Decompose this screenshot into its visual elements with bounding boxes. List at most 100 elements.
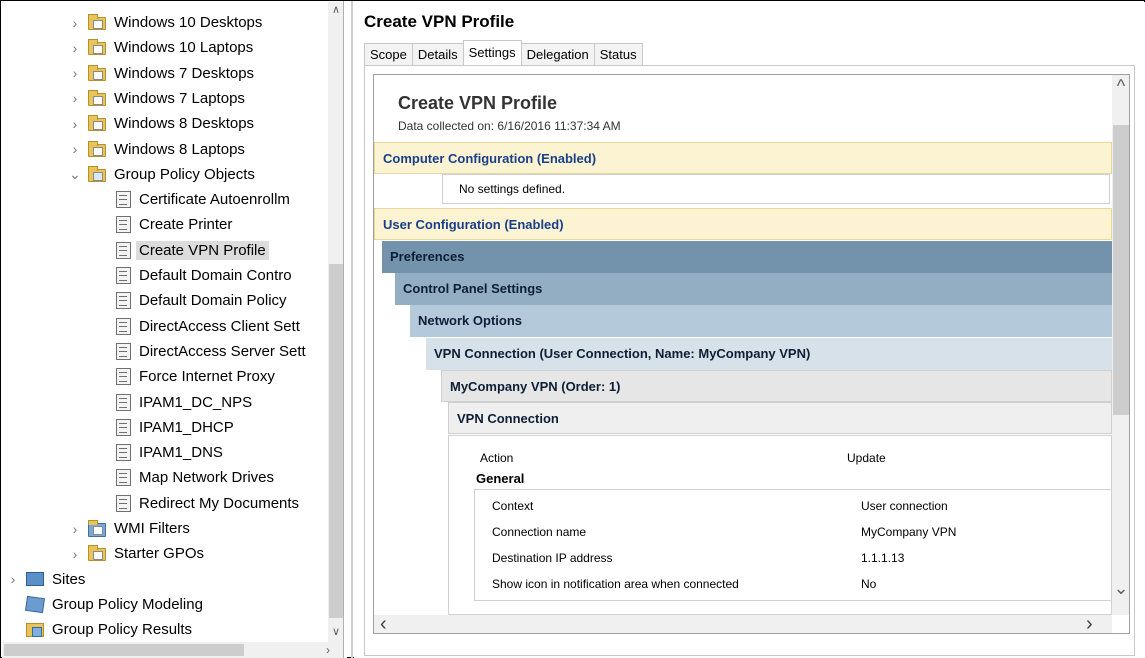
vpn-connection-header[interactable]: VPN Connection (448, 402, 1112, 434)
tree-item-label: Certificate Autoenrollm (139, 191, 290, 209)
scroll-down-icon[interactable]: ⌄ (1112, 579, 1129, 597)
tree-item[interactable]: Redirect My Documents (96, 491, 299, 516)
expand-chevron-icon[interactable]: › (68, 90, 82, 106)
setting-value: 1.1.1.13 (861, 551, 905, 565)
expand-chevron-icon[interactable]: › (68, 65, 82, 81)
tree-item[interactable]: ⌄ Group Policy Objects (68, 162, 255, 187)
tree-item-label: Group Policy Modeling (52, 595, 203, 613)
gpo-icon (116, 241, 131, 259)
tree-item-label: Create Printer (139, 216, 233, 234)
tab-delegation[interactable]: Delegation (520, 43, 595, 66)
tree-item-label: Default Domain Contro (139, 267, 292, 284)
expand-chevron-icon[interactable]: › (68, 116, 82, 132)
tree-item[interactable]: › Sites (6, 567, 86, 592)
gpo-folder-icon (88, 165, 106, 182)
tab-status[interactable]: Status (593, 43, 643, 66)
settings-report: Create VPN Profile Data collected on: 6/… (373, 74, 1130, 634)
folder-icon (88, 39, 106, 56)
vpn-connection-user-header[interactable]: VPN Connection (User Connection, Name: M… (426, 338, 1112, 370)
control-panel-settings-header[interactable]: Control Panel Settings (395, 273, 1112, 305)
report-vertical-scrollbar[interactable]: ^ ⌄ (1112, 75, 1129, 615)
tree-item[interactable]: Group Policy Modeling (6, 592, 203, 617)
setting-name: Destination IP address (492, 551, 613, 565)
report-scroll-thumb[interactable] (1113, 125, 1129, 415)
setting-value: User connection (861, 499, 948, 513)
expand-chevron-icon[interactable]: › (68, 521, 82, 537)
tree-item[interactable]: Group Policy Results (6, 617, 192, 642)
setting-name: Connection name (492, 525, 587, 539)
tab-settings[interactable]: Settings (462, 40, 522, 65)
tree-item[interactable]: Create Printer (96, 212, 232, 237)
gpo-icon (116, 393, 131, 411)
tab-details[interactable]: Details (411, 43, 464, 66)
tree-item[interactable]: IPAM1_DHCP (96, 415, 234, 440)
starter-gpos-icon (88, 545, 106, 562)
expand-chevron-icon[interactable]: › (68, 546, 82, 562)
modeling-icon (25, 595, 45, 614)
gpo-icon (116, 494, 131, 512)
expand-chevron-icon[interactable]: › (68, 40, 82, 56)
sites-icon (26, 572, 44, 587)
folder-icon (88, 14, 106, 30)
tree-item[interactable]: › Windows 8 Desktops (68, 111, 254, 136)
tree-item[interactable]: Force Internet Proxy (96, 364, 275, 389)
expand-chevron-icon[interactable]: ⌄ (68, 166, 82, 183)
scroll-up-icon[interactable]: ^ (1112, 77, 1129, 95)
scroll-down-icon[interactable]: ∨ (328, 624, 344, 640)
tree-hscroll-thumb[interactable] (4, 644, 244, 656)
pane-splitter[interactable] (343, 1, 347, 658)
tree-item-label: IPAM1_DHCP (139, 418, 234, 436)
tree-item[interactable]: Default Domain Policy (96, 288, 287, 313)
tree-item[interactable]: › Windows 7 Laptops (68, 86, 245, 111)
tree-item[interactable]: Certificate Autoenrollm (96, 187, 290, 212)
folder-icon (88, 89, 106, 106)
tree-item[interactable]: IPAM1_DC_NPS (96, 390, 252, 415)
tree-item[interactable]: › Windows 7 Desktops (68, 61, 254, 86)
tree-item[interactable]: › WMI Filters (68, 516, 190, 541)
computer-configuration-header[interactable]: Computer Configuration (Enabled) (374, 142, 1112, 174)
setting-value: MyCompany VPN (861, 525, 957, 539)
results-icon (26, 622, 44, 637)
tab-scope[interactable]: Scope (364, 43, 413, 66)
tab-strip: Scope Details Settings Delegation Status (364, 40, 643, 66)
gpo-icon (116, 191, 131, 209)
tree-item[interactable]: Create VPN Profile (96, 238, 269, 263)
expand-chevron-icon[interactable]: › (68, 141, 82, 157)
tree-item[interactable]: IPAM1_DNS (96, 440, 223, 465)
pane-splitter-edge (351, 1, 353, 658)
tree-item[interactable]: Default Domain Contro (96, 263, 292, 288)
gpmc-tree: › Windows 10 Desktops › Windows 10 Laptops ›… (2, 2, 343, 658)
tree-item[interactable]: › Starter GPOs (68, 541, 204, 566)
action-label: Action (480, 451, 514, 465)
tree-vertical-scrollbar[interactable]: ∧ ∨ (328, 2, 344, 642)
report-horizontal-scrollbar[interactable]: ‹ › (374, 614, 1112, 633)
preferences-header[interactable]: Preferences (382, 241, 1112, 273)
scroll-up-icon[interactable]: ∧ (328, 2, 344, 18)
setting-value: No (861, 577, 877, 591)
folder-icon (88, 115, 106, 132)
tree-item[interactable]: DirectAccess Server Sett (96, 339, 306, 364)
settings-tab-panel: Create VPN Profile Data collected on: 6/… (364, 65, 1135, 656)
expand-chevron-icon[interactable]: › (6, 571, 20, 587)
general-heading: General (476, 471, 525, 486)
tree-item-label: Default Domain Policy (139, 292, 287, 310)
tree-item-label: DirectAccess Client Sett (139, 317, 300, 335)
mycompany-vpn-header[interactable]: MyCompany VPN (Order: 1) (441, 370, 1112, 402)
tree-item[interactable]: › Windows 8 Laptops (68, 137, 245, 162)
report-hscroll-thumb[interactable] (396, 617, 1096, 631)
gpo-icon (116, 216, 131, 234)
tree-item[interactable]: › Windows 10 Laptops (68, 35, 253, 60)
scroll-right-icon[interactable]: › (1086, 614, 1093, 633)
tree-item[interactable]: Map Network Drives (96, 465, 274, 490)
scroll-right-icon[interactable]: › (326, 642, 330, 658)
tree-scroll-thumb[interactable] (329, 264, 343, 618)
user-configuration-header[interactable]: User Configuration (Enabled) (374, 208, 1112, 240)
expand-chevron-icon[interactable]: › (68, 15, 82, 31)
scroll-left-icon[interactable]: ‹ (380, 614, 387, 633)
tree-item[interactable]: › Windows 10 Desktops (68, 10, 262, 35)
tree-horizontal-scrollbar[interactable]: › (2, 642, 344, 658)
network-options-header[interactable]: Network Options (410, 305, 1112, 337)
report-title: Create VPN Profile (398, 93, 558, 113)
tree-item[interactable]: DirectAccess Client Sett (96, 314, 300, 339)
folder-icon (88, 64, 106, 81)
